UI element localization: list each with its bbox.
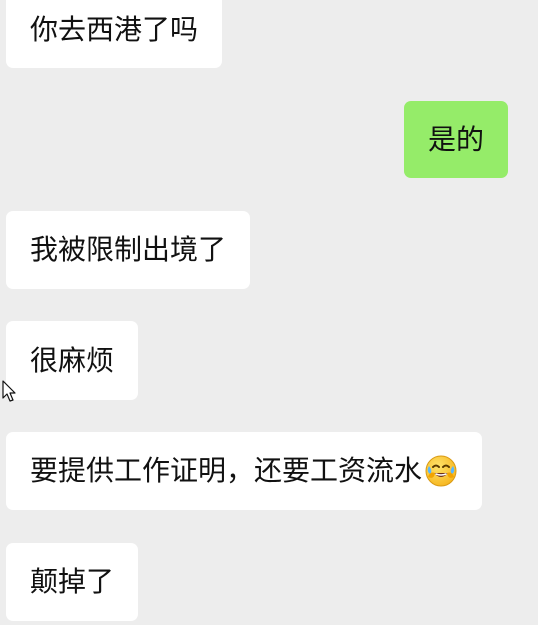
message-text: 要提供工作证明，还要工资流水 (30, 454, 423, 487)
message-bubble-incoming[interactable]: 颠掉了 (6, 543, 139, 621)
message-text: 你去西港了吗 (30, 13, 199, 46)
message-bubble-incoming[interactable]: 要提供工作证明，还要工资流水 (6, 432, 483, 510)
message-bubble-outgoing[interactable]: 是的 (403, 101, 508, 178)
message-text: 是的 (427, 122, 484, 156)
message-bubble-incoming[interactable]: 你去西港了吗 (6, 0, 223, 68)
message-bubble-incoming[interactable]: 很麻烦 (6, 321, 139, 400)
laughing-crying-face-icon (424, 454, 458, 488)
chat-area: 你去西港了吗 是的 我被限制出境了 很麻烦 要提供工作证明，还要工资流水 颠掉了 (0, 0, 538, 625)
message-bubble-incoming[interactable]: 我被限制出境了 (6, 211, 251, 289)
message-text: 颠掉了 (30, 565, 115, 598)
message-text: 很麻烦 (30, 343, 115, 377)
mouse-pointer-icon (2, 380, 16, 402)
message-text: 我被限制出境了 (30, 233, 227, 266)
